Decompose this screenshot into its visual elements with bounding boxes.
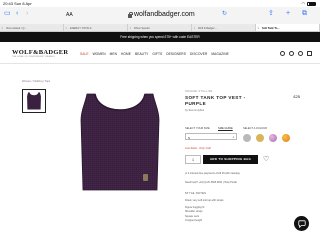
quantity-field[interactable]: 1: [185, 155, 201, 164]
colour-swatch-orange[interactable]: [282, 134, 290, 142]
product-title: SOFT TANK TOP VEST - PURPLE: [185, 94, 246, 106]
style-notes-text: Fitted, very soft knit top with straps: [185, 199, 224, 202]
colour-swatch-gold[interactable]: [256, 134, 264, 142]
reload-icon[interactable]: ↻: [222, 10, 227, 18]
list-item: Cropped length: [185, 218, 203, 222]
close-icon[interactable]: ×: [258, 26, 260, 30]
low-stock-notice: Low Stock - Only 1 left: [185, 147, 211, 150]
nav-item-gifts[interactable]: GIFTS: [152, 52, 162, 56]
search-icon[interactable]: [280, 51, 285, 56]
forward-icon[interactable]: ›: [26, 10, 28, 18]
main-nav: SALE WOMEN MEN HOME BEAUTY GIFTS DESIGNE…: [80, 52, 229, 56]
wishlist-heart-icon[interactable]: ♡: [263, 156, 269, 163]
feature-list: Figure hugging fit Shoulder straps Squar…: [185, 206, 300, 223]
close-icon[interactable]: ×: [130, 26, 132, 30]
product-price: £25: [293, 94, 300, 99]
close-icon[interactable]: ×: [2, 26, 4, 30]
product-designer[interactable]: by Sew & Hybris: [185, 109, 300, 112]
nav-item-designers[interactable]: DESIGNERS: [166, 52, 186, 56]
size-select[interactable]: S ▾: [185, 133, 237, 140]
back-icon[interactable]: ‹: [16, 10, 18, 18]
browser-tab[interactable]: × Rhino Spotter: [128, 24, 192, 31]
new-tab-icon[interactable]: +: [286, 10, 290, 18]
close-icon[interactable]: ×: [194, 26, 196, 30]
nav-item-home[interactable]: HOME: [121, 52, 131, 56]
style-notes: STYLE NOTES Fitted, very soft knit top w…: [185, 192, 300, 223]
nav-item-men[interactable]: MEN: [110, 52, 117, 56]
browser-tab[interactable]: × ENERGY TOTALS: [64, 24, 128, 31]
browser-toolbar: ▭ ‹ › AA wolfandbadger.com ↻ ⇪ + ⧉: [0, 7, 320, 24]
site-header: WOLF&BADGER THE HOME OF INDEPENDENT BRAN…: [0, 42, 320, 64]
address-text: wolfandbadger.com: [134, 11, 195, 18]
tab-strip: × View related / Q... × ENERGY TOTALS × Rhi…: [0, 24, 320, 32]
style-notes-heading: STYLE NOTES: [185, 192, 207, 195]
share-icon[interactable]: ⇪: [268, 10, 274, 18]
nav-item-discover[interactable]: DISCOVER: [190, 52, 207, 56]
chat-button[interactable]: [294, 216, 309, 231]
nav-item-beauty[interactable]: BEAUTY: [135, 52, 148, 56]
nav-item-magazine[interactable]: MAGAZINE: [211, 52, 228, 56]
clearpay-info[interactable]: or 4 interest-free payments of £6.25 wit…: [185, 172, 240, 175]
help-contact[interactable]: Need help? +44 (0) 20 3695 0811 | Help P…: [185, 181, 237, 184]
select-size-label: SELECT YOUR SIZE: [185, 127, 210, 130]
breadcrumb[interactable]: Women / Clothing / Tops: [22, 80, 50, 83]
chat-bubble-icon: [297, 219, 306, 228]
nav-item-sale[interactable]: SALE: [80, 52, 89, 56]
address-bar[interactable]: wolfandbadger.com: [128, 11, 195, 18]
close-icon[interactable]: ×: [66, 26, 68, 30]
select-colour-label: SELECT A COLOUR: [243, 127, 268, 130]
product-thumbnail[interactable]: [22, 89, 46, 113]
tabs-overview-icon[interactable]: ⧉: [302, 10, 307, 18]
wifi-icon: ◠: [301, 1, 306, 6]
status-bar: 20:43 Sun 8 Apr ◠: [0, 0, 320, 7]
browser-tab[interactable]: × View related / Q...: [0, 24, 64, 31]
product-main-image[interactable]: [75, 90, 165, 195]
colour-swatch-pink[interactable]: [269, 134, 277, 142]
bag-icon[interactable]: [307, 51, 312, 56]
browser-tab-active[interactable]: × Soft Tank To...: [256, 24, 320, 31]
sidebar-icon[interactable]: ▭: [4, 10, 11, 18]
status-time: 20:43 Sun 8 Apr: [3, 1, 32, 6]
add-to-bag-button[interactable]: ADD TO SHOPPING BAG: [203, 155, 258, 164]
product-brand[interactable]: ORIGAMI STILLLIFE: [185, 90, 300, 93]
promo-banner[interactable]: Free shipping when you spend £75+ with c…: [0, 32, 320, 42]
browser-tab[interactable]: × Wolf & Badger ...: [192, 24, 256, 31]
colour-swatch-silver[interactable]: [243, 134, 251, 142]
battery-icon: [307, 1, 316, 6]
size-value: S: [188, 135, 191, 140]
selection-labels: SELECT YOUR SIZE SIZE GUIDE SELECT A COL…: [185, 127, 300, 130]
wishlist-icon[interactable]: [298, 51, 303, 56]
chevron-down-icon: ▾: [232, 135, 234, 139]
product-details: ORIGAMI STILLLIFE SOFT TANK TOP VEST - P…: [185, 90, 300, 112]
nav-item-women[interactable]: WOMEN: [93, 52, 106, 56]
account-icon[interactable]: [289, 51, 294, 56]
size-guide-link[interactable]: SIZE GUIDE: [218, 127, 233, 130]
tank-top-thumbnail-image: [27, 92, 41, 110]
site-logo[interactable]: WOLF&BADGER: [12, 49, 68, 56]
lock-icon: [128, 11, 133, 18]
site-tagline: THE HOME OF INDEPENDENT BRANDS: [12, 56, 55, 58]
reader-options-button[interactable]: AA: [66, 12, 73, 18]
